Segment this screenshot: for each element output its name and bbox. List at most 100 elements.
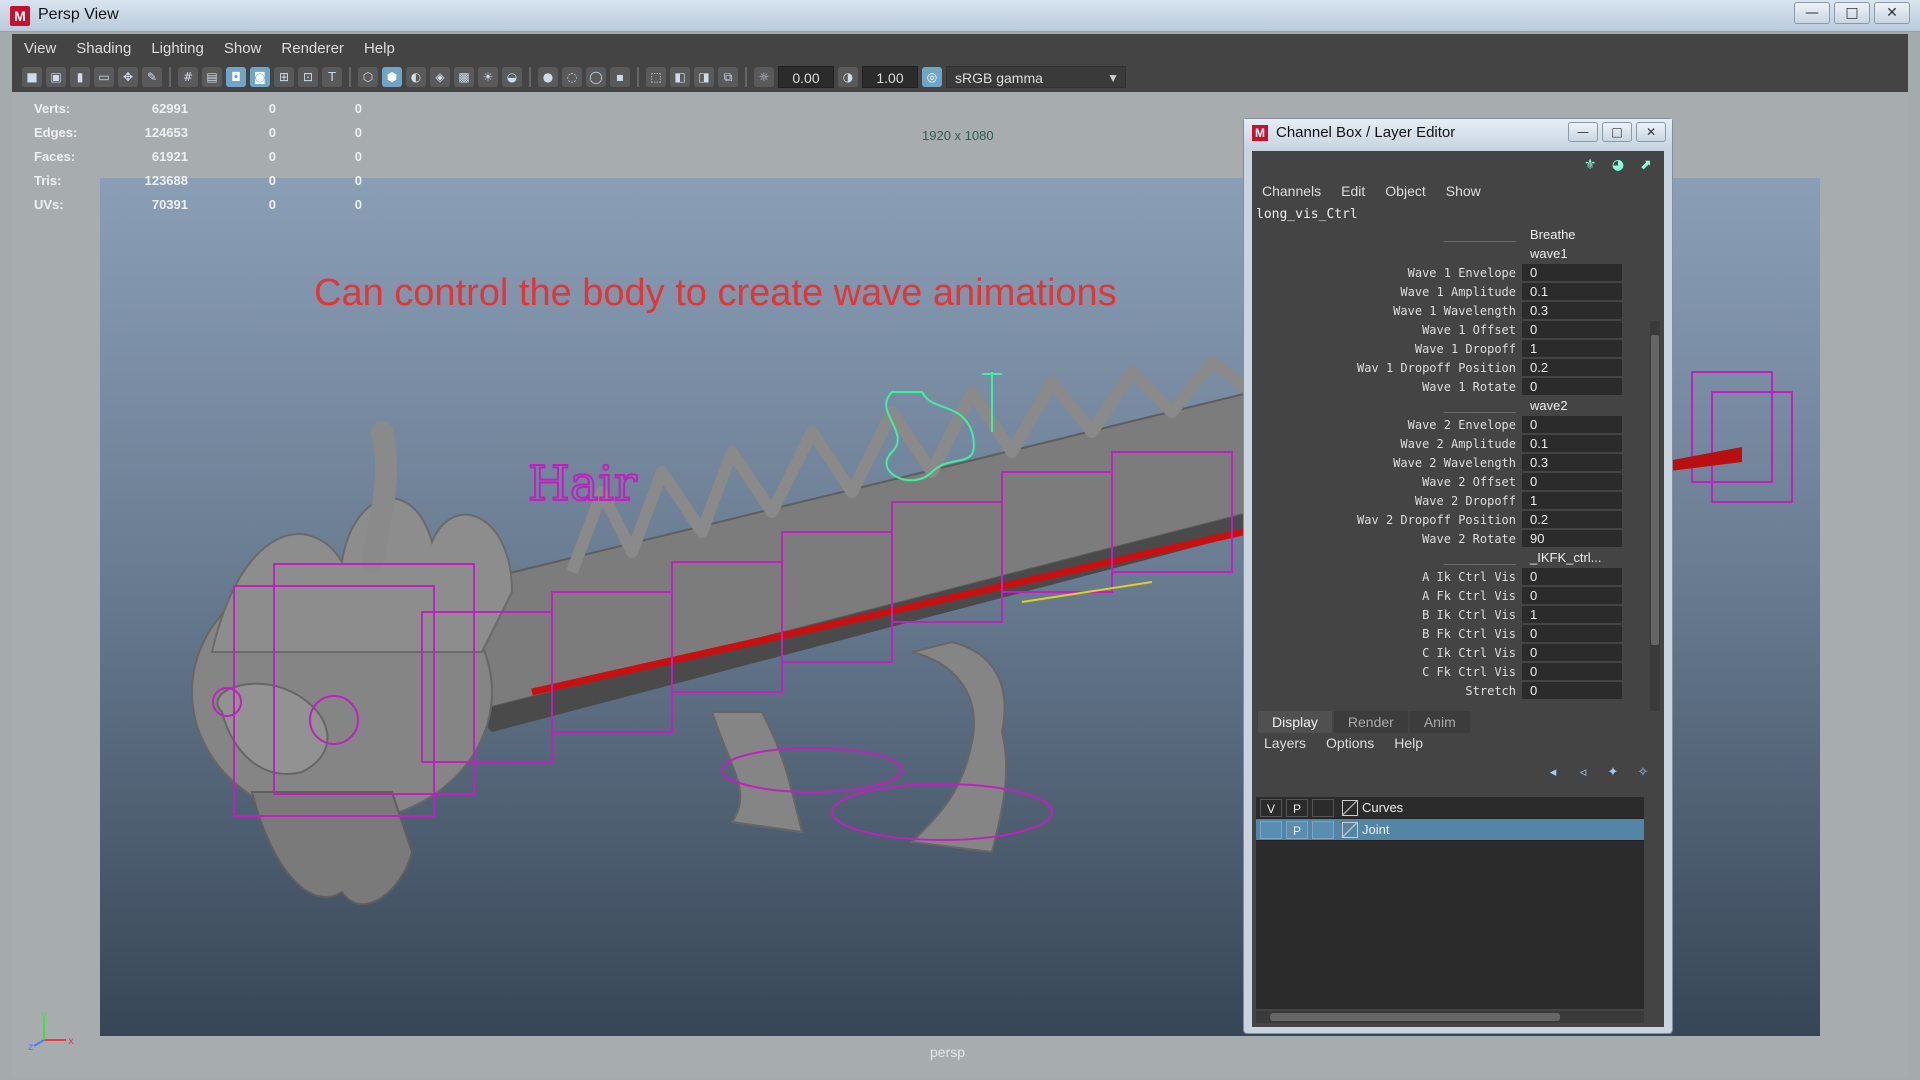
exposure-field[interactable]: 0.00 [778,66,834,88]
layer-display-type-toggle[interactable] [1312,820,1334,839]
attribute-row[interactable]: C Fk Ctrl Vis 0 [1252,662,1646,681]
attribute-value-field[interactable]: 0 [1522,321,1622,338]
layer-name[interactable]: Joint [1362,822,1389,837]
xray-joints-icon[interactable]: ◨ [694,67,714,87]
layer-color-swatch[interactable] [1342,799,1358,816]
attribute-label[interactable]: Wave 2 Rotate [1252,532,1522,546]
attribute-row[interactable]: Wave 2 Rotate 90 [1252,529,1646,548]
attribute-row[interactable]: Wave 1 Envelope 0 [1252,263,1646,282]
menu-show[interactable]: Show [1446,183,1481,199]
attribute-row[interactable]: C Ik Ctrl Vis 0 [1252,643,1646,662]
attribute-label[interactable]: Wave 1 Rotate [1252,380,1522,394]
menu-channels[interactable]: Channels [1262,183,1321,199]
attribute-label[interactable]: Wave 1 Dropoff [1252,342,1522,356]
new-layer-icon[interactable]: ✦ [1604,765,1622,781]
wireframe-on-shaded-icon[interactable]: ◈ [430,67,450,87]
attribute-label[interactable]: Wave 1 Offset [1252,323,1522,337]
attribute-row[interactable]: Wave 1 Rotate 0 [1252,377,1646,396]
attribute-label[interactable]: B Ik Ctrl Vis [1252,608,1522,622]
attribute-row[interactable]: Wave 2 Envelope 0 [1252,415,1646,434]
minimize-button[interactable]: — [1568,122,1598,142]
attribute-value-field[interactable]: 0 [1522,587,1622,604]
attribute-row[interactable]: Wav 2 Dropoff Position 0.2 [1252,510,1646,529]
layer-list-scrollbar[interactable] [1256,1011,1644,1023]
two-d-pan-icon[interactable]: ✥ [118,67,138,87]
attribute-value-field[interactable]: 0 [1522,473,1622,490]
menu-options[interactable]: Options [1326,735,1374,751]
layer-color-swatch[interactable] [1342,821,1358,838]
attribute-label[interactable]: __________ [1252,551,1522,565]
attribute-label[interactable]: Wave 1 Amplitude [1252,285,1522,299]
anti-aliasing-icon[interactable]: ◯ [586,67,606,87]
color-management-icon[interactable]: ◎ [922,67,942,87]
attribute-row[interactable]: Stretch 0 [1252,681,1646,700]
camera-icon[interactable]: ■ [22,67,42,87]
layer-playback-toggle[interactable]: P [1286,798,1308,817]
menu-view[interactable]: View [24,40,56,57]
attribute-value-field[interactable]: 0.3 [1522,302,1622,319]
layer-name[interactable]: Curves [1362,800,1403,815]
safe-title-icon[interactable]: T [322,67,342,87]
tool-settings-icon[interactable]: ◕ [1608,155,1628,175]
grease-pencil-icon[interactable]: ✎ [142,67,162,87]
film-gate-icon[interactable]: ▤ [202,67,222,87]
menu-layers[interactable]: Layers [1264,735,1306,751]
attribute-label[interactable]: __________ [1252,228,1522,242]
attribute-value-field[interactable]: 1 [1522,340,1622,357]
depth-of-field-icon[interactable]: ▪ [610,67,630,87]
resolution-gate-icon[interactable]: ◘ [226,67,246,87]
safe-action-icon[interactable]: ⊡ [298,67,318,87]
view-transform-select[interactable]: sRGB gamma ▼ [946,66,1126,88]
attribute-label[interactable]: Wave 2 Offset [1252,475,1522,489]
xray-icon[interactable]: ◧ [670,67,690,87]
layer-row-joint[interactable]: P Joint [1256,819,1644,841]
scrollbar-thumb[interactable] [1651,335,1659,645]
minimize-button[interactable]: — [1794,2,1830,24]
attribute-value-field[interactable]: 90 [1522,530,1622,547]
attribute-label[interactable]: Wav 1 Dropoff Position [1252,361,1522,375]
image-plane-icon[interactable]: ▭ [94,67,114,87]
scrollbar-thumb[interactable] [1270,1013,1560,1021]
attribute-value-field[interactable]: 0.2 [1522,511,1622,528]
attribute-value-field[interactable]: 0 [1522,378,1622,395]
exposure-icon[interactable]: ☼ [754,67,774,87]
attribute-row[interactable]: Wave 2 Dropoff 1 [1252,491,1646,510]
menu-edit[interactable]: Edit [1341,183,1365,199]
modeling-toolkit-icon[interactable]: ⬈ [1636,155,1656,175]
attribute-label[interactable]: Wave 1 Wavelength [1252,304,1522,318]
attribute-row[interactable]: Wave 1 Dropoff 1 [1252,339,1646,358]
motion-blur-icon[interactable]: ◌ [562,67,582,87]
tab-render[interactable]: Render [1333,711,1408,733]
layer-playback-toggle[interactable]: P [1286,820,1308,839]
attribute-row[interactable]: B Fk Ctrl Vis 0 [1252,624,1646,643]
attribute-value-field[interactable]: 0 [1522,682,1622,699]
close-button[interactable]: ✕ [1874,2,1910,24]
maximize-button[interactable]: □ [1834,2,1870,24]
wireframe-icon[interactable]: ⬡ [358,67,378,87]
gate-mask-icon[interactable]: ◙ [250,67,270,87]
move-layer-down-icon[interactable]: ◃ [1574,765,1592,781]
smooth-shade-icon[interactable]: ⬢ [382,67,402,87]
camera-attributes-icon[interactable]: ▣ [46,67,66,87]
layer-visibility-toggle[interactable]: V [1260,798,1282,817]
menu-renderer[interactable]: Renderer [281,40,344,57]
attribute-value-field[interactable]: 0.1 [1522,435,1622,452]
attribute-label[interactable]: __________ [1252,399,1522,413]
attribute-row[interactable]: Wav 1 Dropoff Position 0.2 [1252,358,1646,377]
attribute-value-field[interactable]: 0.3 [1522,454,1622,471]
isolate-select-icon[interactable]: ⬚ [646,67,666,87]
layer-visibility-toggle[interactable] [1260,820,1282,839]
menu-help[interactable]: Help [364,40,395,57]
attribute-label[interactable]: Wave 2 Wavelength [1252,456,1522,470]
tab-display[interactable]: Display [1258,711,1332,733]
textured-icon[interactable]: ▩ [454,67,474,87]
attribute-label[interactable]: Wave 2 Amplitude [1252,437,1522,451]
attribute-value-field[interactable]: 0 [1522,416,1622,433]
shadows-icon[interactable]: ◒ [502,67,522,87]
menu-shading[interactable]: Shading [76,40,131,57]
attribute-label[interactable]: B Fk Ctrl Vis [1252,627,1522,641]
attribute-value-field[interactable]: 0 [1522,568,1622,585]
move-layer-up-icon[interactable]: ◂ [1544,765,1562,781]
attribute-label[interactable]: A Fk Ctrl Vis [1252,589,1522,603]
attribute-row[interactable]: Wave 1 Offset 0 [1252,320,1646,339]
